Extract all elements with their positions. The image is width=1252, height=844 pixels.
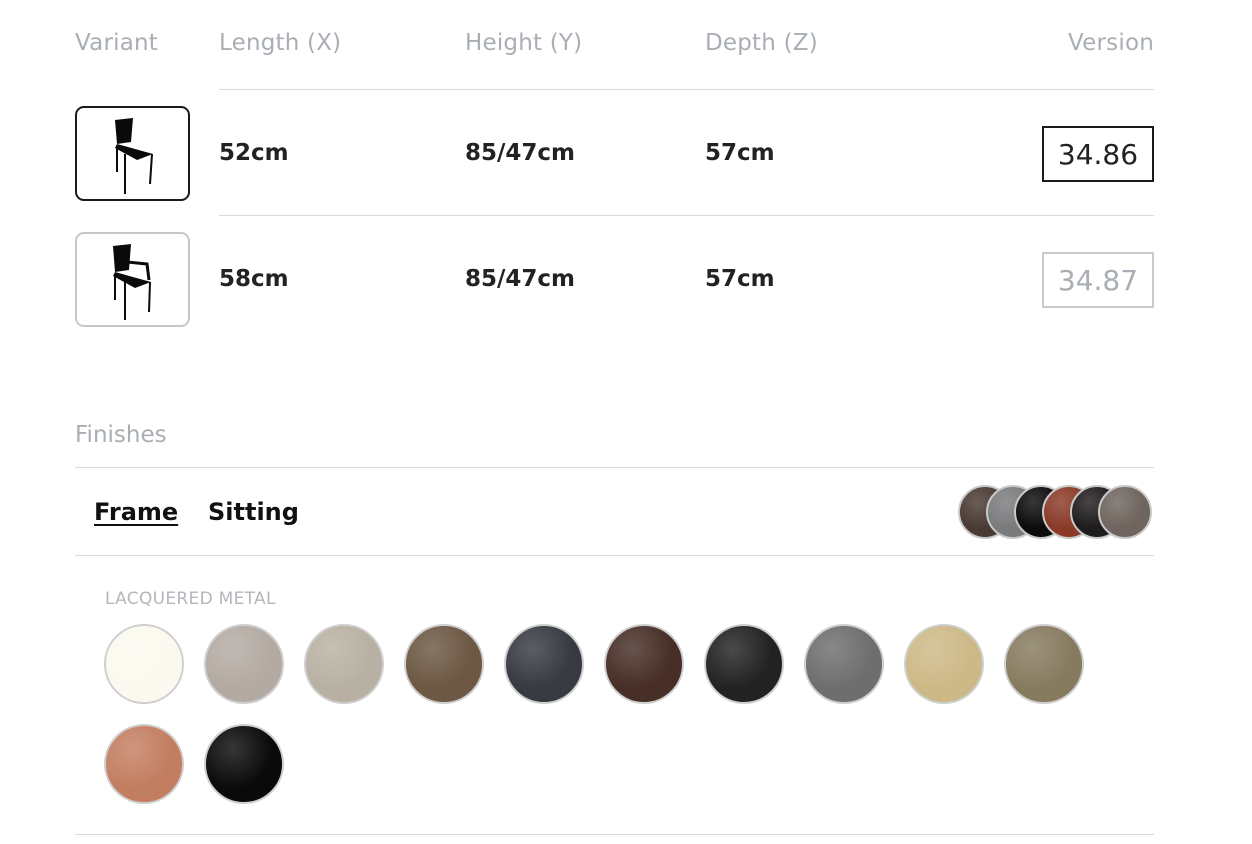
finish-swatch-sand[interactable]	[304, 624, 384, 704]
tab-frame[interactable]: Frame	[94, 498, 178, 526]
header-version: Version	[1068, 30, 1154, 56]
side-chair-icon	[114, 117, 153, 194]
header-variant: Variant	[75, 30, 158, 56]
header-height: Height (Y)	[465, 30, 583, 56]
row2-depth: 57cm	[705, 266, 775, 292]
variant-armchair[interactable]	[75, 232, 190, 327]
finish-swatch-dark-blue[interactable]	[504, 624, 584, 704]
finishes-bottom-divider	[75, 834, 1154, 835]
finish-swatch-white[interactable]	[104, 624, 184, 704]
header-depth: Depth (Z)	[705, 30, 818, 56]
group-label: LACQUERED METAL	[105, 589, 276, 609]
version-button-1[interactable]: 34.86	[1042, 126, 1154, 182]
finishes-title: Finishes	[75, 422, 167, 448]
row2-length: 58cm	[219, 266, 289, 292]
row2-height: 85/47cm	[465, 266, 576, 292]
finishes-top-divider	[75, 467, 1154, 468]
row1-depth: 57cm	[705, 140, 775, 166]
finish-swatch-gold[interactable]	[904, 624, 984, 704]
tab-sitting[interactable]: Sitting	[208, 498, 299, 526]
finish-swatch-grey-metal[interactable]	[804, 624, 884, 704]
row1-height: 85/47cm	[465, 140, 576, 166]
variant-side-chair[interactable]	[75, 106, 190, 201]
header-length: Length (X)	[219, 30, 342, 56]
finish-swatch-black[interactable]	[704, 624, 784, 704]
finish-swatch-dove-grey[interactable]	[204, 624, 284, 704]
header-divider	[219, 89, 1154, 90]
version-button-2[interactable]: 34.87	[1042, 252, 1154, 308]
finishes-tabs-divider	[75, 555, 1154, 556]
finish-preview-stack[interactable]	[958, 485, 1154, 541]
finish-swatch-bronze[interactable]	[404, 624, 484, 704]
preview-swatch	[1098, 485, 1152, 539]
finish-swatch-dark-brown[interactable]	[604, 624, 684, 704]
armchair-icon	[112, 243, 151, 320]
row-divider	[219, 215, 1154, 216]
finish-swatch-gloss-black[interactable]	[204, 724, 284, 804]
row1-length: 52cm	[219, 140, 289, 166]
finish-swatch-olive-bronze[interactable]	[1004, 624, 1084, 704]
finish-swatch-copper[interactable]	[104, 724, 184, 804]
